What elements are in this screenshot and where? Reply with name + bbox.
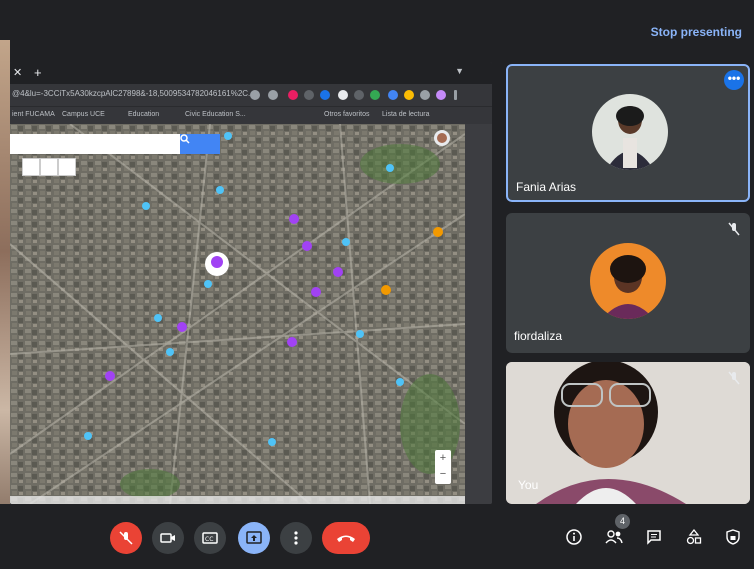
extension-icon[interactable]	[370, 90, 380, 100]
chevron-down-icon[interactable]: ▼	[455, 66, 464, 76]
mic-off-icon	[728, 222, 740, 236]
search-icon	[180, 134, 190, 144]
more-vert-icon	[294, 531, 298, 545]
zoom-in-button[interactable]: +	[435, 450, 451, 466]
participant-tile-fiordaliza[interactable]: fiordaliza	[506, 213, 750, 353]
info-icon	[566, 529, 582, 545]
map-attribution-bar	[10, 496, 465, 504]
extension-icon[interactable]	[354, 90, 364, 100]
chat-button[interactable]	[643, 526, 665, 548]
call-controls-bar: CC 4	[0, 504, 754, 569]
map-tools	[10, 158, 82, 176]
leave-call-button[interactable]	[322, 522, 370, 554]
svg-text:CC: CC	[205, 536, 213, 543]
star-icon[interactable]	[268, 90, 278, 100]
bookmark-item[interactable]: Education	[128, 111, 159, 118]
map-search-input[interactable]	[10, 134, 180, 154]
captions-button[interactable]: CC	[194, 522, 226, 554]
people-icon	[605, 530, 623, 544]
lock-icon	[250, 90, 260, 100]
list-icon[interactable]	[58, 158, 76, 176]
chat-icon	[647, 530, 661, 545]
extension-icon[interactable]	[304, 90, 314, 100]
browser-url-bar[interactable]: @4&lu=-3CCiTx5A30kzcpAlC27898&-18,500953…	[10, 84, 492, 106]
extension-icon[interactable]	[420, 90, 430, 100]
bookmark-item[interactable]: ient FUCAMA	[12, 111, 55, 118]
present-button[interactable]	[238, 522, 270, 554]
extension-icon[interactable]	[388, 90, 398, 100]
mic-off-icon	[119, 531, 133, 545]
more-options-button[interactable]	[280, 522, 312, 554]
meeting-details-button[interactable]	[563, 526, 585, 548]
call-end-icon	[337, 535, 355, 542]
self-video	[506, 362, 750, 504]
zoom-out-button[interactable]: −	[435, 466, 451, 482]
background-photo-strip	[0, 40, 10, 569]
participant-tile-you[interactable]: You	[506, 362, 750, 504]
bookmark-item[interactable]: Otros favoritos	[324, 111, 370, 118]
host-controls-button[interactable]	[722, 526, 744, 548]
participants-button[interactable]	[603, 526, 625, 548]
zoom-control[interactable]: + −	[435, 450, 451, 484]
map-tool-button[interactable]	[22, 158, 40, 176]
map-search-button[interactable]	[180, 134, 220, 154]
bookmark-item[interactable]: Civic Education S...	[185, 111, 246, 118]
extension-icon[interactable]	[404, 90, 414, 100]
activities-icon	[686, 529, 702, 545]
extension-icon[interactable]	[320, 90, 330, 100]
top-bar: Stop presenting	[0, 0, 754, 48]
host-controls-icon	[726, 529, 740, 545]
avatar	[590, 243, 666, 319]
participant-name: fiordaliza	[514, 329, 563, 343]
browser-tab-strip: ✕ + ▼	[10, 62, 492, 84]
shared-screen: ✕ + ▼ @4&lu=-3CCiTx5A30kzcpAlC27898&-18,…	[10, 62, 492, 504]
pencil-icon[interactable]	[40, 158, 58, 176]
extension-icon[interactable]	[338, 90, 348, 100]
present-icon	[246, 531, 262, 544]
bookmark-item[interactable]: Campus UCE	[62, 111, 105, 118]
avatar	[592, 94, 668, 170]
mic-off-icon	[728, 371, 740, 385]
captions-icon: CC	[202, 532, 218, 544]
camera-toggle-button[interactable]	[152, 522, 184, 554]
url-text: @4&lu=-3CCiTx5A30kzcpAlC27898&-18,500953…	[12, 89, 255, 98]
mic-toggle-button[interactable]	[110, 522, 142, 554]
map-imagery	[10, 124, 465, 504]
satellite-map[interactable]: + −	[10, 124, 465, 504]
side-panel	[465, 124, 492, 504]
new-tab-icon[interactable]: +	[34, 65, 42, 80]
videocam-icon	[160, 533, 175, 543]
more-options-button[interactable]: •••	[724, 70, 744, 90]
activities-button[interactable]	[683, 526, 705, 548]
extension-icon[interactable]	[288, 90, 298, 100]
avatar[interactable]	[436, 90, 446, 100]
more-vert-icon[interactable]	[454, 90, 457, 100]
close-tab-icon[interactable]: ✕	[13, 66, 22, 79]
participant-name: You	[518, 478, 539, 492]
bookmark-item[interactable]: Lista de lectura	[382, 111, 429, 118]
participant-name: Fania Arias	[516, 180, 577, 194]
stop-presenting-button[interactable]: Stop presenting	[651, 25, 742, 39]
bookmarks-bar: ient FUCAMA Campus UCE Education Civic E…	[10, 106, 492, 125]
participant-tile-fania[interactable]: ••• Fania Arias	[506, 64, 750, 202]
